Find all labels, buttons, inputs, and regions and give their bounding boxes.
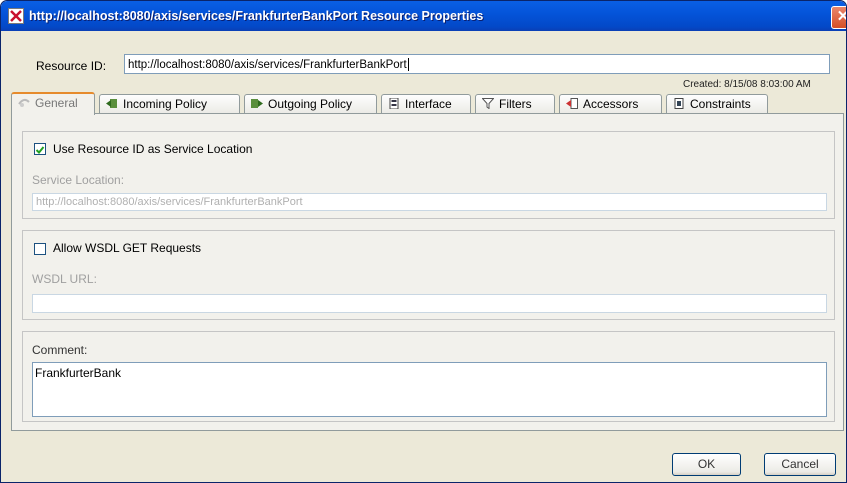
outgoing-policy-icon bbox=[251, 96, 263, 108]
resource-id-input[interactable]: http://localhost:8080/axis/services/Fran… bbox=[124, 54, 830, 74]
tab-incoming-policy[interactable]: Incoming Policy bbox=[99, 94, 240, 113]
interface-icon bbox=[388, 96, 400, 110]
allow-wsdl-checkbox[interactable] bbox=[34, 243, 46, 255]
tab-label: Accessors bbox=[583, 97, 639, 111]
close-button[interactable]: ✕ bbox=[831, 6, 846, 29]
incoming-policy-icon bbox=[106, 96, 118, 108]
wsdl-group: Allow WSDL GET Requests WSDL URL: bbox=[22, 230, 835, 320]
button-bar: OK Cancel bbox=[1, 443, 846, 482]
allow-wsdl-label: Allow WSDL GET Requests bbox=[53, 241, 202, 255]
wsdl-url-field[interactable] bbox=[32, 294, 827, 313]
use-resource-id-label: Use Resource ID as Service Location bbox=[53, 142, 253, 156]
window-title: http://localhost:8080/axis/services/Fran… bbox=[29, 9, 484, 23]
ok-button[interactable]: OK bbox=[672, 453, 741, 476]
service-location-field[interactable]: http://localhost:8080/axis/services/Fran… bbox=[32, 193, 827, 211]
tab-label: General bbox=[35, 96, 78, 110]
tab-accessors[interactable]: Accessors bbox=[559, 94, 662, 113]
resource-id-label: Resource ID: bbox=[36, 59, 107, 73]
title-bar[interactable]: http://localhost:8080/axis/services/Fran… bbox=[1, 1, 846, 31]
tab-filters[interactable]: Filters bbox=[475, 94, 555, 113]
comment-group: Comment: FrankfurterBank bbox=[22, 331, 835, 422]
dialog-window: http://localhost:8080/axis/services/Fran… bbox=[0, 0, 847, 483]
tab-label: Outgoing Policy bbox=[268, 97, 353, 111]
service-location-group: Use Resource ID as Service Location Serv… bbox=[22, 131, 835, 219]
comment-textarea[interactable]: FrankfurterBank bbox=[32, 362, 827, 417]
general-icon bbox=[18, 95, 30, 107]
tab-interface[interactable]: Interface bbox=[381, 94, 471, 113]
tab-label: Interface bbox=[405, 97, 452, 111]
created-timestamp: Created: 8/15/08 8:03:00 AM bbox=[683, 79, 811, 90]
use-resource-id-checkbox[interactable] bbox=[34, 143, 46, 155]
tab-constraints[interactable]: Constraints bbox=[666, 94, 768, 113]
checkmark-icon bbox=[35, 146, 45, 154]
tab-label: Filters bbox=[499, 97, 532, 111]
wsdl-url-label: WSDL URL: bbox=[32, 272, 97, 286]
constraints-icon bbox=[673, 96, 685, 109]
general-tab-panel: Use Resource ID as Service Location Serv… bbox=[11, 113, 844, 431]
cancel-button[interactable]: Cancel bbox=[764, 453, 836, 476]
resource-id-value: http://localhost:8080/axis/services/Fran… bbox=[128, 59, 407, 71]
tab-outgoing-policy[interactable]: Outgoing Policy bbox=[244, 94, 377, 113]
tab-label: Constraints bbox=[690, 97, 751, 111]
service-location-label: Service Location: bbox=[32, 173, 125, 187]
tab-label: Incoming Policy bbox=[123, 97, 208, 111]
comment-label: Comment: bbox=[32, 343, 88, 357]
text-caret bbox=[407, 58, 409, 72]
app-logo-icon bbox=[8, 8, 24, 24]
accessors-icon bbox=[566, 96, 578, 109]
tab-general[interactable]: General bbox=[11, 92, 95, 115]
filter-icon bbox=[481, 96, 495, 110]
